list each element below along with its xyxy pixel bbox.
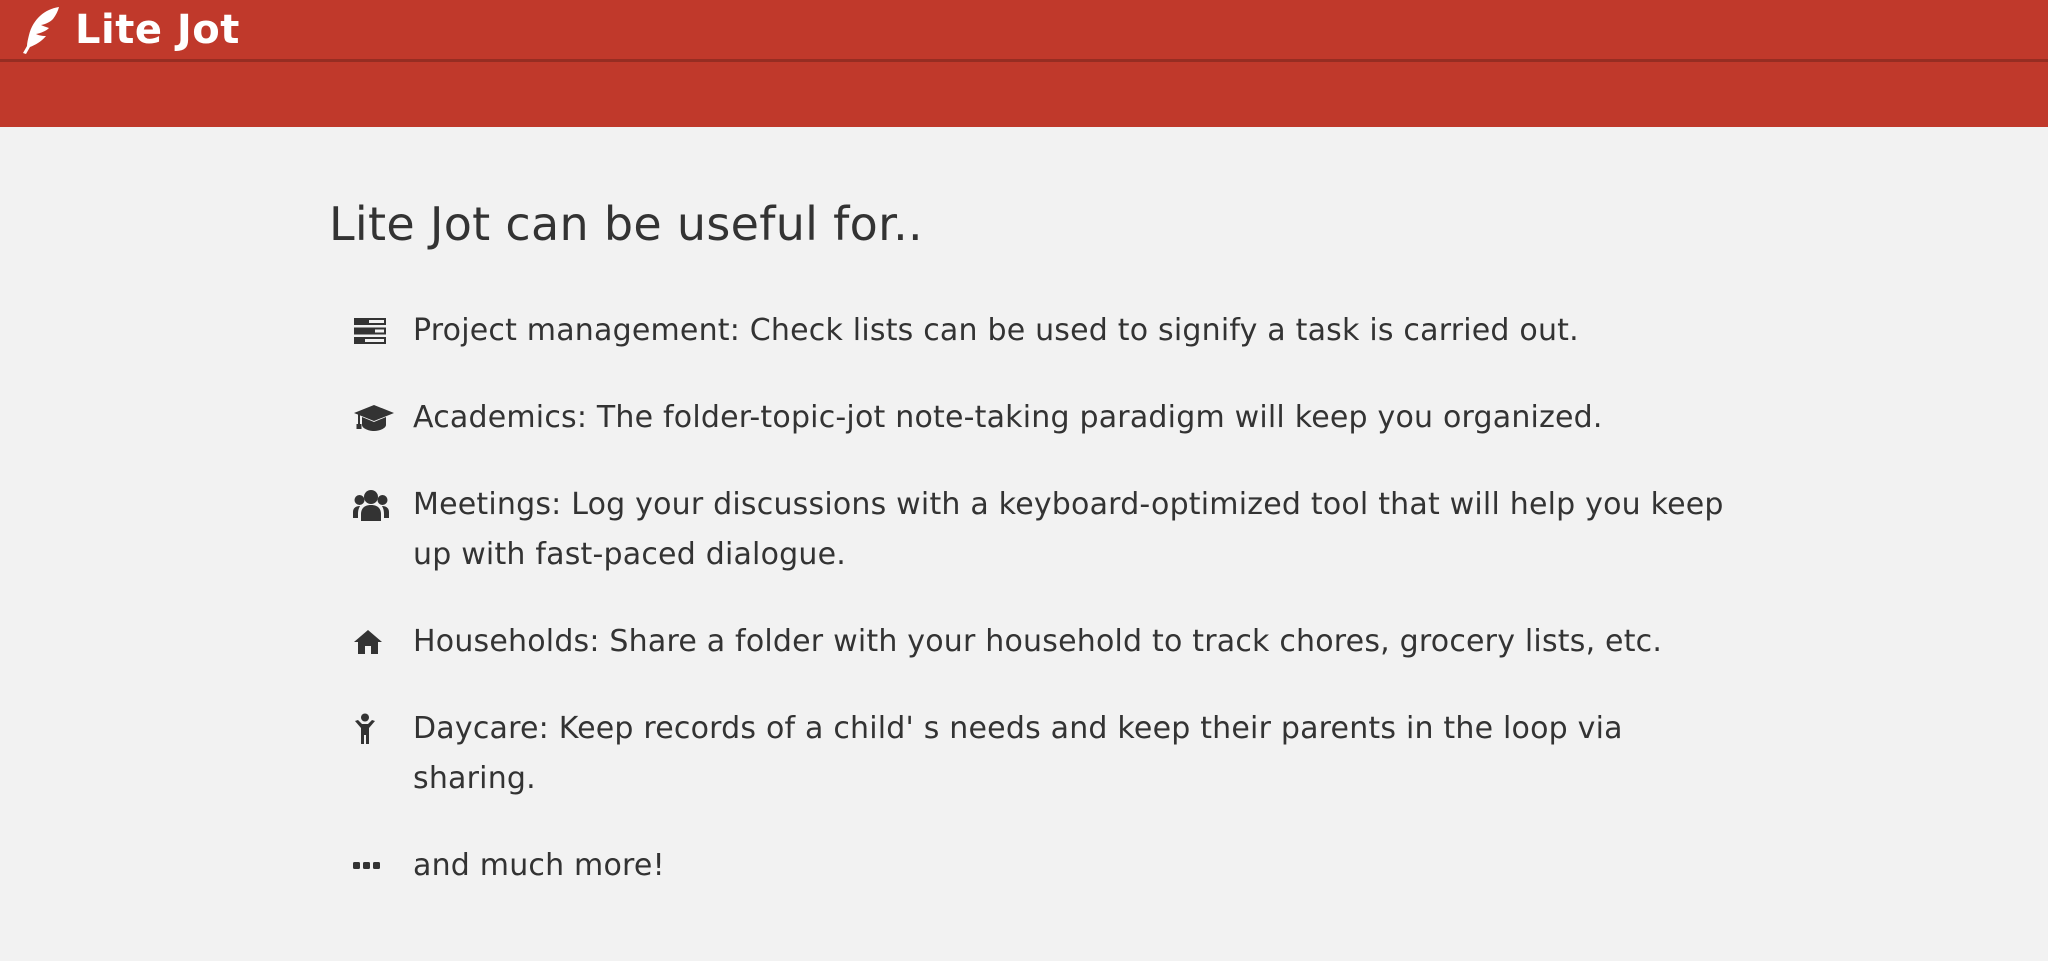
brand-name: Lite Jot xyxy=(75,6,240,53)
list-item: Academics: The folder-topic-jot note-tak… xyxy=(329,393,1749,443)
use-case-list: Project management: Check lists can be u… xyxy=(329,306,1749,891)
list-item-text: Project management: Check lists can be u… xyxy=(413,313,1579,349)
list-item-text: Academics: The folder-topic-jot note-tak… xyxy=(413,400,1603,436)
list-item: Households: Share a folder with your hou… xyxy=(329,617,1749,667)
graduation-cap-icon xyxy=(329,393,413,443)
ellipsis-icon xyxy=(329,841,413,891)
list-item: Meetings: Log your discussions with a ke… xyxy=(329,480,1749,580)
list-item-text: Daycare: Keep records of a child' s need… xyxy=(413,711,1623,797)
top-navbar: Lite Jot xyxy=(0,0,2048,62)
list-item-text: and much more! xyxy=(413,848,665,884)
list-item: Project management: Check lists can be u… xyxy=(329,306,1749,356)
child-icon xyxy=(329,704,413,754)
main-content: Lite Jot can be useful for.. Project man… xyxy=(329,127,1749,928)
list-item-text: Households: Share a folder with your hou… xyxy=(413,624,1663,660)
list-item: Daycare: Keep records of a child' s need… xyxy=(329,704,1749,804)
tasks-icon xyxy=(329,306,413,356)
brand-home-link[interactable]: Lite Jot xyxy=(19,5,240,55)
list-item: and much more! xyxy=(329,841,1749,891)
feather-icon xyxy=(19,5,63,55)
home-icon xyxy=(329,617,413,667)
header-banner xyxy=(0,62,2048,127)
section-heading: Lite Jot can be useful for.. xyxy=(329,197,923,251)
list-item-text: Meetings: Log your discussions with a ke… xyxy=(413,487,1724,573)
users-icon xyxy=(329,480,413,530)
